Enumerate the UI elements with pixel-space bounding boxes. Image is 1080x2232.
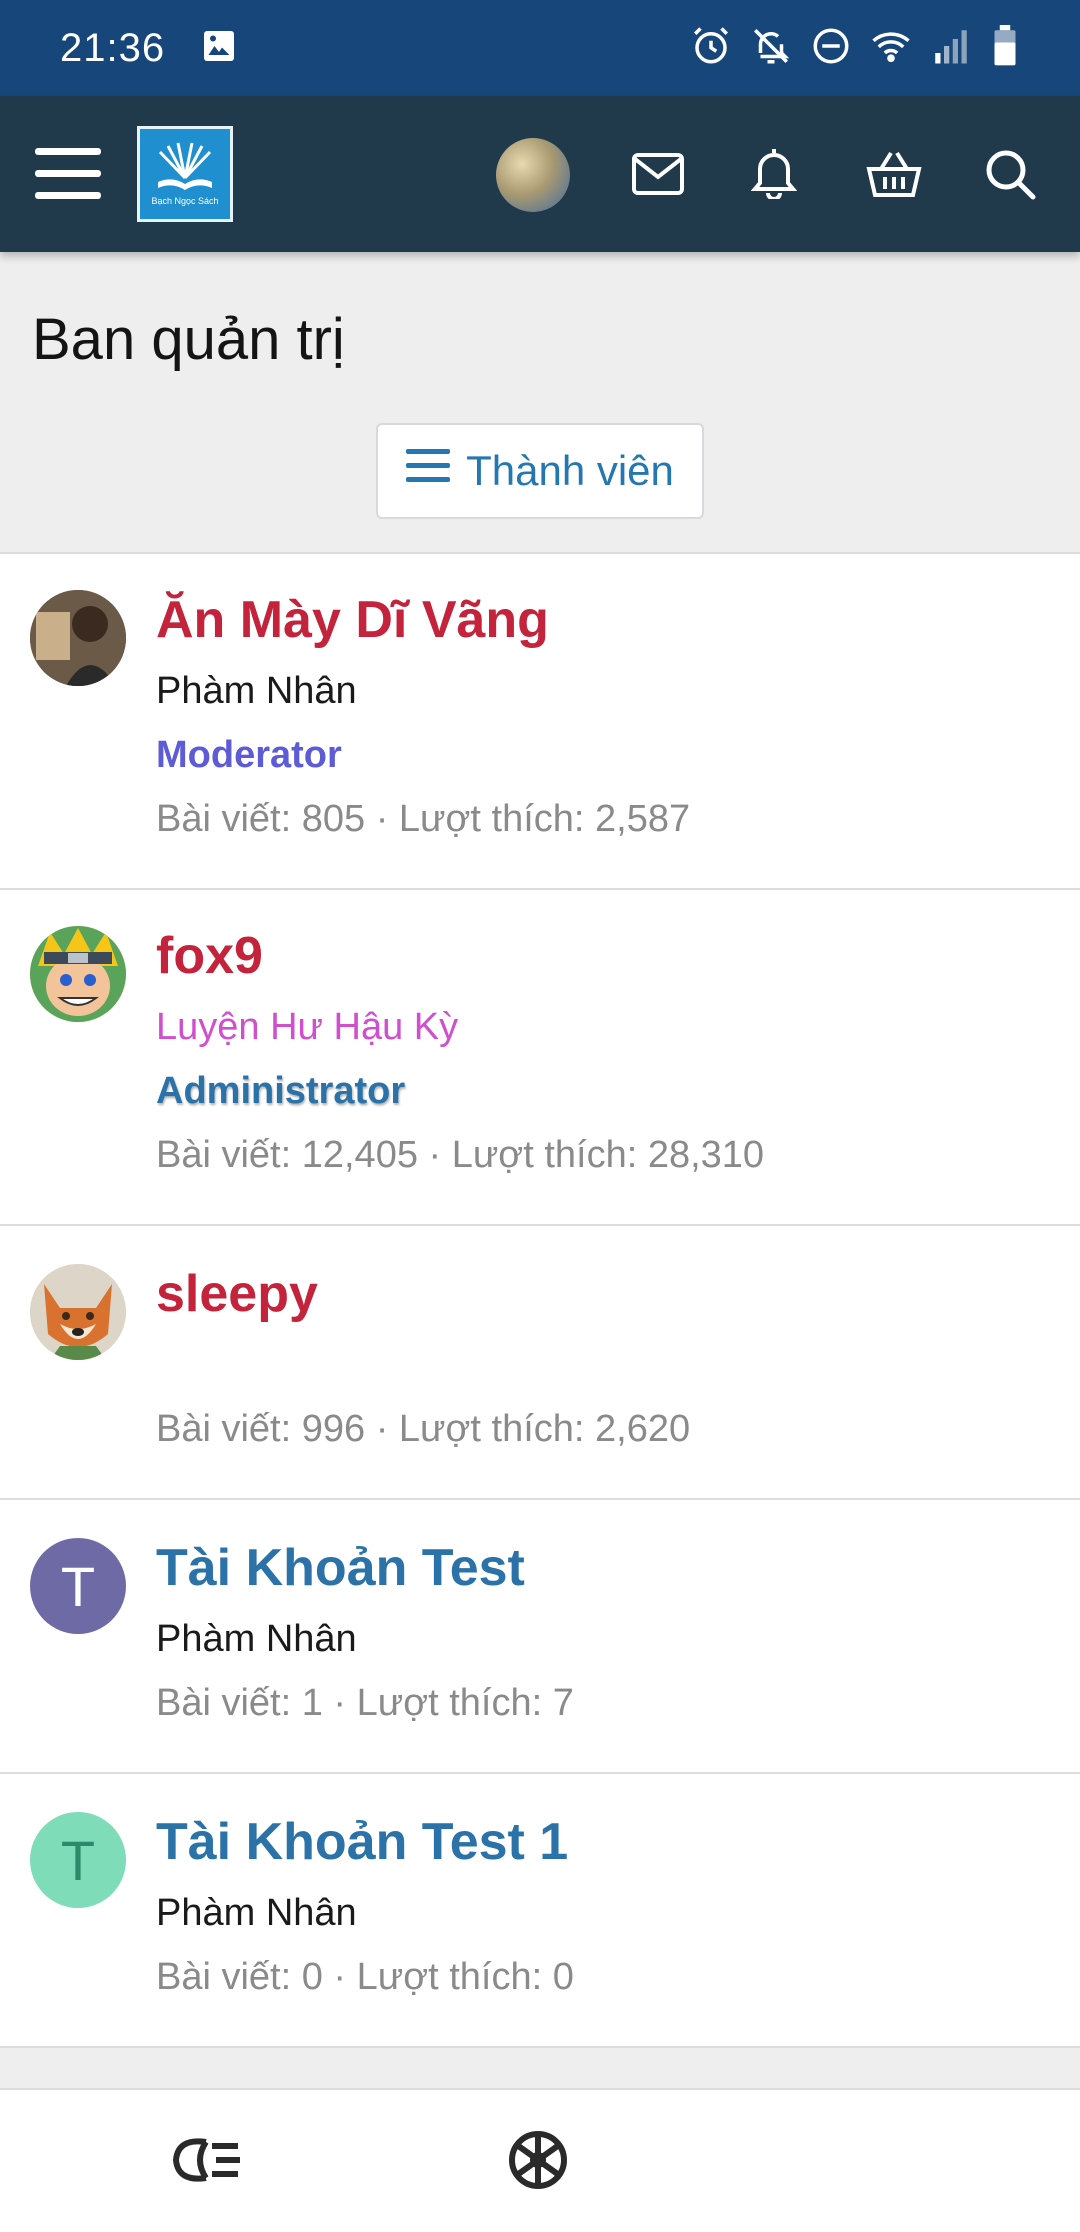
user-stats: Bài viết: 1 · Lượt thích: 7 [156,1682,574,1724]
list-item: T Tài Khoản Test Phàm Nhân Bài viết: 1 ·… [0,1500,1080,1774]
alarm-icon [690,25,732,72]
username[interactable]: sleepy [156,1264,318,1324]
members-menu-button[interactable]: Thành viên [376,423,704,519]
list-item: fox9 Luyện Hư Hậu Kỳ Administrator Bài v… [0,890,1080,1226]
logo-text: Bạch Ngọc Sách [151,196,219,206]
wifi-icon [870,25,912,72]
page-title: Ban quản trị [32,307,345,372]
user-rank: Phàm Nhân [156,670,357,712]
basket-icon[interactable] [860,142,928,206]
user-role-badge: Administrator [156,1070,406,1112]
avatar[interactable] [496,138,570,212]
eye-logo-icon[interactable] [168,2128,248,2192]
user-role-badge: Moderator [156,734,342,776]
image-icon [201,28,237,69]
user-rank: Phàm Nhân [156,1892,357,1934]
avatar[interactable]: T [30,1538,126,1634]
list-item: T Tài Khoản Test 1 Phàm Nhân Bài viết: 0… [0,1774,1080,2048]
top-navbar: Bạch Ngọc Sách [0,96,1080,252]
list-icon [406,447,451,495]
staff-list: Ăn Mày Dĩ Vãng Phàm Nhân Moderator Bài v… [0,552,1080,2048]
mail-icon[interactable] [626,142,690,206]
user-rank: Luyện Hư Hậu Kỳ [156,1006,459,1048]
username[interactable]: Ăn Mày Dĩ Vãng [156,590,549,650]
do-not-disturb-icon [810,25,852,72]
status-time: 21:36 [60,25,166,70]
menu-icon[interactable] [28,140,108,208]
status-bar: 21:36 [0,0,1080,96]
avatar[interactable] [30,926,126,1022]
book-logo-icon [158,142,212,190]
search-icon[interactable] [976,140,1044,208]
username[interactable]: Tài Khoản Test 1 [156,1812,568,1872]
username[interactable]: fox9 [156,926,263,986]
site-logo[interactable]: Bạch Ngọc Sách [137,126,233,222]
list-item: Ăn Mày Dĩ Vãng Phàm Nhân Moderator Bài v… [0,554,1080,890]
avatar[interactable] [30,1264,126,1360]
bell-icon[interactable] [742,140,806,204]
dharma-wheel-icon[interactable] [502,2126,574,2194]
members-button-label: Thành viên [466,447,674,494]
avatar[interactable]: T [30,1812,126,1908]
user-stats: Bài viết: 805 · Lượt thích: 2,587 [156,798,691,840]
signal-icon [930,25,972,72]
user-rank: Phàm Nhân [156,1618,357,1660]
list-item: sleepy Bài viết: 996 · Lượt thích: 2,620 [0,1226,1080,1500]
username[interactable]: Tài Khoản Test [156,1538,525,1598]
user-stats: Bài viết: 12,405 · Lượt thích: 28,310 [156,1134,765,1176]
bell-off-icon [750,25,792,72]
user-stats: Bài viết: 0 · Lượt thích: 0 [156,1956,574,1998]
avatar[interactable] [30,590,126,686]
battery-icon [990,24,1020,72]
user-stats: Bài viết: 996 · Lượt thích: 2,620 [156,1408,691,1450]
bottom-bar [0,2088,1080,2232]
